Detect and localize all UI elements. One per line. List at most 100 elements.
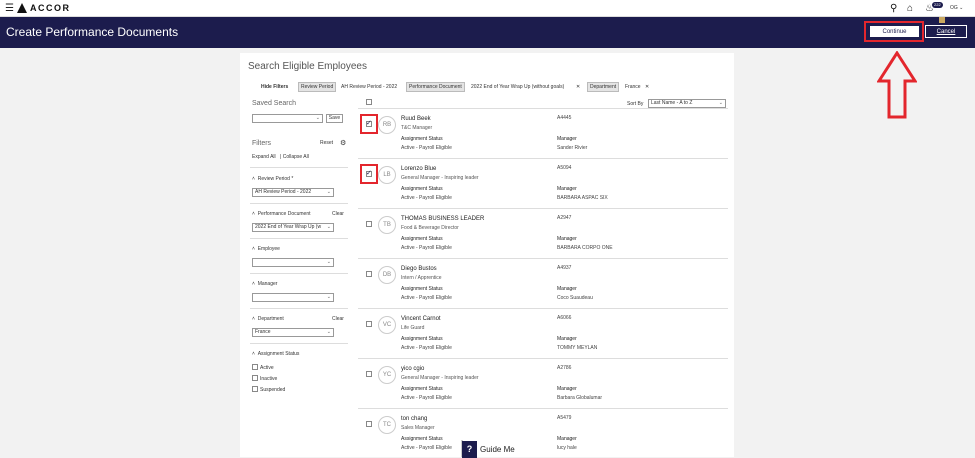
perf-doc-filter[interactable]: ˄ Performance Document (252, 211, 311, 217)
section-title: Search Eligible Employees (248, 61, 367, 72)
assignment-status-value: Active - Payroll Eligible (401, 195, 452, 201)
manager-value: lucy hale (557, 445, 577, 451)
perf-doc-select[interactable]: 2022 End of Year Wrap Up (w ⌄ (252, 223, 334, 232)
chevron-down-icon: ⌄ (315, 115, 320, 121)
employee-filter[interactable]: ˄ Employee (252, 246, 280, 252)
divider (250, 308, 348, 309)
user-initials: OG (950, 5, 958, 11)
employee-name[interactable]: THOMAS BUSINESS LEADER (401, 216, 484, 222)
chip-remove-icon[interactable]: ✕ (645, 82, 649, 92)
sort-by-label: Sort By (627, 101, 644, 107)
chevron-down-icon: ⌄ (326, 189, 331, 195)
employee-name[interactable]: Ruud Beek (401, 116, 431, 122)
employee-checkbox[interactable] (366, 421, 372, 427)
gear-icon[interactable]: ⚙ (340, 139, 346, 147)
chevron-down-icon: ⌄ (326, 294, 331, 300)
assignment-status-value: Active - Payroll Eligible (401, 345, 452, 351)
employee-id: A2786 (557, 365, 572, 371)
chevron-down-icon: ⌄ (326, 224, 331, 230)
avatar: DB (378, 266, 396, 284)
manager-filter[interactable]: ˄ Manager (252, 281, 277, 287)
employee-name[interactable]: Diego Bustos (401, 266, 437, 272)
saved-search-heading: Saved Search (252, 100, 296, 107)
chevron-down-icon: ⌄ (718, 100, 723, 106)
employee-name[interactable]: yico cgio (401, 366, 424, 372)
brand-logo: ACCOR (30, 3, 71, 13)
department-label: Department (257, 316, 284, 322)
assignment-status-filter[interactable]: ˄ Assignment Status (252, 351, 299, 357)
avatar: TC (378, 416, 396, 434)
reset-link[interactable]: Reset (320, 140, 333, 146)
review-period-select[interactable]: AH Review Period - 2022 ⌄ (252, 188, 334, 197)
department-value: France (255, 329, 271, 335)
perf-doc-clear-link[interactable]: Clear (332, 211, 344, 217)
select-all-checkbox[interactable] (366, 99, 372, 105)
notification-badge: 222 (932, 2, 943, 8)
hide-filters-link[interactable]: Hide Filters (261, 82, 288, 92)
status-checkbox-inactive[interactable] (252, 375, 258, 381)
manager-label: Manager (557, 336, 577, 342)
collapse-all-label: Collapse All (282, 154, 309, 160)
department-select[interactable]: France ⌄ (252, 328, 334, 337)
chip-remove-icon[interactable]: ✕ (576, 82, 580, 92)
employee-role: Food & Beverage Director (401, 225, 459, 231)
highlight-checkbox-box (360, 114, 378, 134)
cancel-button[interactable]: Cancel (925, 25, 967, 38)
filters-heading: Filters (252, 140, 272, 147)
chevron-down-icon: ⌄ (326, 329, 331, 335)
review-period-label: Review Period * (257, 176, 294, 182)
chip-review-period-value: AH Review Period - 2022 (341, 84, 398, 90)
user-menu[interactable]: OG ⌄ (950, 5, 963, 11)
saved-search-select[interactable]: ⌄ (252, 114, 323, 123)
collapse-all-link[interactable]: | Collapse All (280, 154, 309, 160)
manager-value: TOMMY MEYLAN (557, 345, 598, 351)
manager-label: Manager (257, 281, 278, 287)
manager-label: Manager (557, 136, 577, 142)
chip-perf-doc-label: Performance Document (406, 82, 465, 92)
employee-checkbox[interactable] (366, 221, 372, 227)
employee-checkbox[interactable] (366, 321, 372, 327)
department-clear-link[interactable]: Clear (332, 316, 344, 322)
perf-doc-label: Performance Document (257, 211, 311, 217)
status-checkbox-suspended[interactable] (252, 386, 258, 392)
manager-value: BARBARA CORPO ONE (557, 245, 613, 251)
department-filter[interactable]: ˄ Department (252, 316, 284, 322)
review-period-filter[interactable]: ˄ Review Period * (252, 176, 293, 182)
assignment-status-value: Active - Payroll Eligible (401, 145, 452, 151)
expand-all-link[interactable]: Expand All (252, 154, 276, 160)
search-icon[interactable]: ⚲ (890, 3, 897, 14)
employee-id: A4445 (557, 115, 572, 121)
status-checkbox-active[interactable] (252, 364, 258, 370)
employee-checkbox[interactable] (366, 271, 372, 277)
top-bar: ☰ ACCOR ⚲ ⌂ ♨ 222 OG ⌄ (0, 0, 975, 17)
page-title: Create Performance Documents (6, 25, 179, 39)
manager-label: Manager (557, 286, 577, 292)
employee-role: General Manager - Inspiring leader (401, 375, 479, 381)
assignment-status-label: Assignment Status (401, 386, 443, 392)
assignment-status-label: Assignment Status (401, 186, 443, 192)
employee-role: Life Guard (401, 325, 425, 331)
sort-select[interactable]: Last Name - A to Z ⌄ (648, 99, 726, 108)
employee-id: A5479 (557, 415, 572, 421)
menu-icon[interactable]: ☰ (5, 4, 14, 14)
row-divider (358, 358, 728, 359)
status-option-label: Suspended (260, 387, 286, 393)
assignment-status-label: Assignment Status (401, 336, 443, 342)
save-button[interactable]: Save (326, 114, 343, 123)
chip-department-value: France (625, 84, 641, 90)
employee-name[interactable]: Vincent Carnot (401, 316, 441, 322)
home-icon[interactable]: ⌂ (907, 3, 913, 14)
employee-role: Sales Manager (401, 425, 435, 431)
assignment-status-label: Assignment Status (257, 351, 300, 357)
manager-select[interactable]: ⌄ (252, 293, 334, 302)
assignment-status-value: Active - Payroll Eligible (401, 295, 452, 301)
employee-checkbox[interactable] (366, 371, 372, 377)
assignment-status-value: Active - Payroll Eligible (401, 245, 452, 251)
employee-id: A5094 (557, 165, 572, 171)
employee-name[interactable]: Lorenzo Blue (401, 166, 436, 172)
manager-label: Manager (557, 186, 577, 192)
chip-department-label: Department (587, 82, 620, 92)
employee-name[interactable]: ton chang (401, 416, 427, 422)
employee-id: A2947 (557, 215, 572, 221)
employee-select[interactable]: ⌄ (252, 258, 334, 267)
